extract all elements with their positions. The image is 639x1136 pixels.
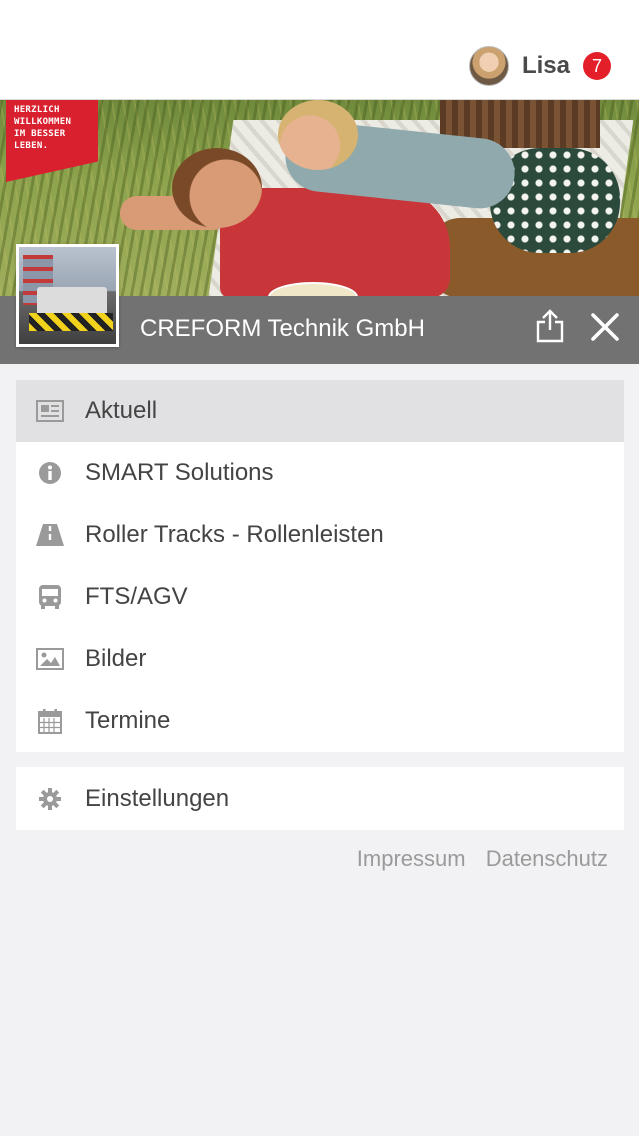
settings-card: Einstellungen — [16, 767, 624, 830]
menu-item-roller-tracks[interactable]: Roller Tracks - Rollenleisten — [16, 504, 624, 566]
promo-line: WILLKOMMEN — [14, 117, 72, 127]
hero-man-head — [172, 148, 262, 228]
menu-item-fts-agv[interactable]: FTS/AGV — [16, 566, 624, 628]
promo-line: IM BESSER — [14, 129, 66, 139]
road-icon — [36, 522, 64, 548]
thumbnail-image — [19, 247, 116, 344]
menu-item-bilder[interactable]: Bilder — [16, 628, 624, 690]
user-name[interactable]: Lisa — [522, 52, 570, 80]
thumbnail-base — [29, 313, 113, 331]
menu-label: Einstellungen — [85, 784, 230, 812]
promo-line: LEBEN. — [14, 141, 49, 151]
menu-item-aktuell[interactable]: Aktuell — [16, 380, 624, 442]
company-logo-thumbnail[interactable] — [16, 244, 119, 347]
menu-label: Roller Tracks - Rollenleisten — [85, 521, 384, 548]
image-icon — [36, 646, 64, 672]
hero-woman-head — [278, 100, 358, 170]
menu-label: Aktuell — [85, 397, 158, 424]
close-icon — [591, 313, 619, 341]
info-icon — [36, 460, 64, 486]
share-button[interactable] — [532, 308, 568, 344]
menu-label: Termine — [85, 707, 171, 734]
navigation-menu: Aktuell SMART Solutions Roller Tracks - … — [16, 380, 624, 752]
user-menu[interactable]: Lisa 7 — [468, 44, 611, 88]
bus-icon — [36, 584, 64, 610]
close-button[interactable] — [588, 310, 622, 344]
impressum-link[interactable]: Impressum — [357, 846, 466, 871]
menu-item-einstellungen[interactable]: Einstellungen — [16, 767, 624, 830]
footer-links: Impressum Datenschutz — [343, 846, 608, 872]
menu-label: Bilder — [85, 645, 147, 672]
top-bar: Lisa 7 — [0, 0, 639, 100]
notification-badge[interactable]: 7 — [583, 52, 611, 80]
calendar-icon — [36, 708, 64, 734]
menu-item-termine[interactable]: Termine — [16, 690, 624, 752]
menu-label: FTS/AGV — [85, 583, 188, 610]
menu-label: SMART Solutions — [85, 459, 274, 486]
menu-item-smart-solutions[interactable]: SMART Solutions — [16, 442, 624, 504]
promo-line: HERZLICH — [14, 105, 60, 115]
newspaper-icon — [36, 398, 64, 424]
avatar[interactable] — [468, 46, 509, 86]
datenschutz-link[interactable]: Datenschutz — [486, 846, 608, 871]
share-icon — [536, 309, 564, 343]
gear-icon — [36, 786, 64, 812]
company-title: CREFORM Technik GmbH — [140, 315, 425, 342]
